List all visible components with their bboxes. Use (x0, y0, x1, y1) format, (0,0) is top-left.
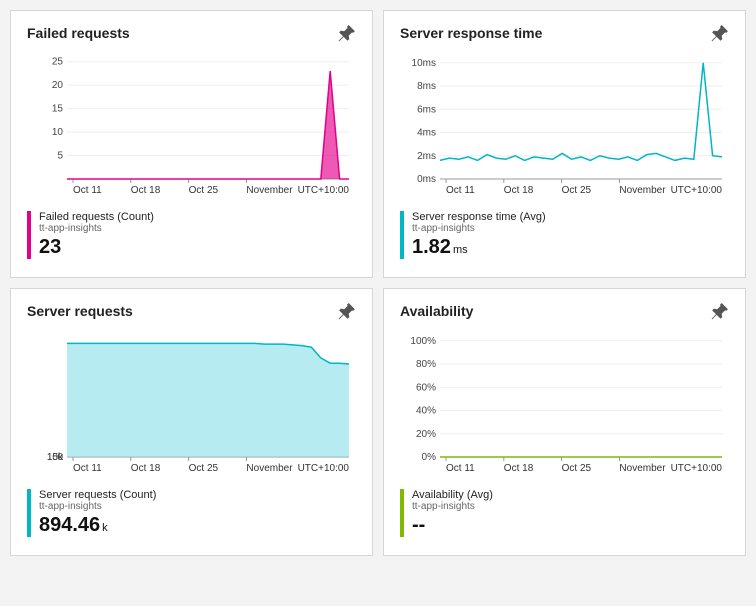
metric-value: 894.46k (39, 514, 156, 537)
card-header: Failed requests (27, 25, 356, 43)
svg-text:0ms: 0ms (417, 174, 436, 185)
card-header: Availability (400, 303, 729, 321)
metric-label: Failed requests (Count) (39, 211, 154, 223)
pin-icon[interactable] (338, 25, 356, 43)
chart-area: 5 10 15 20 25 Oct 11 Oct 18 Oct 25 November UTC+1… (33, 51, 356, 201)
card-header: Server requests (27, 303, 356, 321)
stat-block: Failed requests (Count) tt-app-insights … (27, 211, 356, 259)
svg-text:60%: 60% (416, 382, 436, 393)
dashboard-grid: Failed requests 5 10 15 20 25 Oct 11 Oct 18 Oct… (10, 10, 746, 556)
stat-bar (27, 211, 31, 259)
card-server-requests[interactable]: Server requests 05k10k15kOct 11Oct 18Oct… (10, 288, 373, 556)
svg-text:6ms: 6ms (417, 104, 436, 115)
card-header: Server response time (400, 25, 729, 43)
svg-text:4ms: 4ms (417, 128, 436, 139)
metric-label: Server requests (Count) (39, 489, 156, 501)
stat-bar (400, 489, 404, 537)
card-title: Failed requests (27, 25, 130, 41)
svg-text:20: 20 (52, 80, 64, 91)
svg-text:0%: 0% (422, 452, 437, 463)
svg-text:25: 25 (52, 57, 64, 68)
svg-text:Oct 18: Oct 18 (504, 185, 534, 196)
stat-bar (27, 489, 31, 537)
card-title: Server requests (27, 303, 133, 319)
svg-text:Oct 25: Oct 25 (189, 185, 219, 196)
resource-name: tt-app-insights (412, 501, 493, 512)
svg-text:UTC+10:00: UTC+10:00 (298, 463, 350, 474)
resource-name: tt-app-insights (412, 223, 546, 234)
svg-text:UTC+10:00: UTC+10:00 (671, 185, 723, 196)
chart-availability: 0% 20% 40% 60% 80% 100% Oct 11 Oct 18 Oct 25 Nove… (406, 329, 726, 479)
svg-text:8ms: 8ms (417, 81, 436, 92)
svg-text:5: 5 (57, 151, 63, 162)
card-failed-requests[interactable]: Failed requests 5 10 15 20 25 Oct 11 Oct 18 Oct… (10, 10, 373, 278)
svg-text:November: November (246, 185, 293, 196)
stat-bar (400, 211, 404, 259)
svg-text:UTC+10:00: UTC+10:00 (671, 463, 723, 474)
svg-text:Oct 18: Oct 18 (131, 185, 161, 196)
svg-text:November: November (619, 463, 666, 474)
chart-response: 0ms 2ms 4ms 6ms 8ms 10ms Oct 11 Oct 18 Oct 25 Nov… (406, 51, 726, 201)
svg-text:80%: 80% (416, 359, 436, 370)
svg-text:Oct 25: Oct 25 (562, 463, 592, 474)
svg-text:2ms: 2ms (417, 151, 436, 162)
stat-block: Availability (Avg) tt-app-insights -- (400, 489, 729, 537)
chart-area: 0% 20% 40% 60% 80% 100% Oct 11 Oct 18 Oct 25 Nove… (406, 329, 729, 479)
svg-text:Oct 25: Oct 25 (562, 185, 592, 196)
chart-failed: 5 10 15 20 25 Oct 11 Oct 18 Oct 25 November UTC+1… (33, 51, 353, 201)
svg-text:Oct 11: Oct 11 (446, 463, 475, 474)
resource-name: tt-app-insights (39, 223, 154, 234)
svg-text:Oct 18: Oct 18 (504, 463, 534, 474)
svg-text:Oct 11: Oct 11 (73, 185, 102, 196)
svg-text:UTC+10:00: UTC+10:00 (298, 185, 350, 196)
metric-label: Availability (Avg) (412, 489, 493, 501)
card-response-time[interactable]: Server response time 0ms 2ms 4ms 6ms 8ms 10ms… (383, 10, 746, 278)
svg-text:Oct 11: Oct 11 (446, 185, 475, 196)
chart-area: 0ms 2ms 4ms 6ms 8ms 10ms Oct 11 Oct 18 Oct 25 Nov… (406, 51, 729, 201)
card-title: Server response time (400, 25, 542, 41)
metric-value: -- (412, 514, 493, 537)
svg-text:Oct 25: Oct 25 (189, 463, 219, 474)
chart-requests: 05k10k15kOct 11Oct 18Oct 25NovemberUTC+1… (33, 329, 353, 479)
metric-value: 1.82ms (412, 236, 546, 259)
metric-value: 23 (39, 236, 154, 259)
stat-block: Server response time (Avg) tt-app-insigh… (400, 211, 729, 259)
svg-text:15k: 15k (47, 452, 64, 463)
svg-text:November: November (619, 185, 666, 196)
pin-icon[interactable] (338, 303, 356, 321)
pin-icon[interactable] (711, 25, 729, 43)
svg-text:40%: 40% (416, 406, 436, 417)
card-title: Availability (400, 303, 473, 319)
card-availability[interactable]: Availability 0% 20% 40% 60% 80% 100% Oct 11 Oct… (383, 288, 746, 556)
resource-name: tt-app-insights (39, 501, 156, 512)
stat-block: Server requests (Count) tt-app-insights … (27, 489, 356, 537)
svg-text:Oct 18: Oct 18 (131, 463, 161, 474)
pin-icon[interactable] (711, 303, 729, 321)
svg-text:10ms: 10ms (412, 58, 436, 69)
chart-area: 05k10k15kOct 11Oct 18Oct 25NovemberUTC+1… (33, 329, 356, 479)
svg-text:10: 10 (52, 127, 64, 138)
svg-text:20%: 20% (416, 429, 436, 440)
metric-label: Server response time (Avg) (412, 211, 546, 223)
svg-text:100%: 100% (410, 336, 436, 347)
svg-text:Oct 11: Oct 11 (73, 463, 102, 474)
svg-text:15: 15 (52, 104, 64, 115)
svg-text:November: November (246, 463, 293, 474)
